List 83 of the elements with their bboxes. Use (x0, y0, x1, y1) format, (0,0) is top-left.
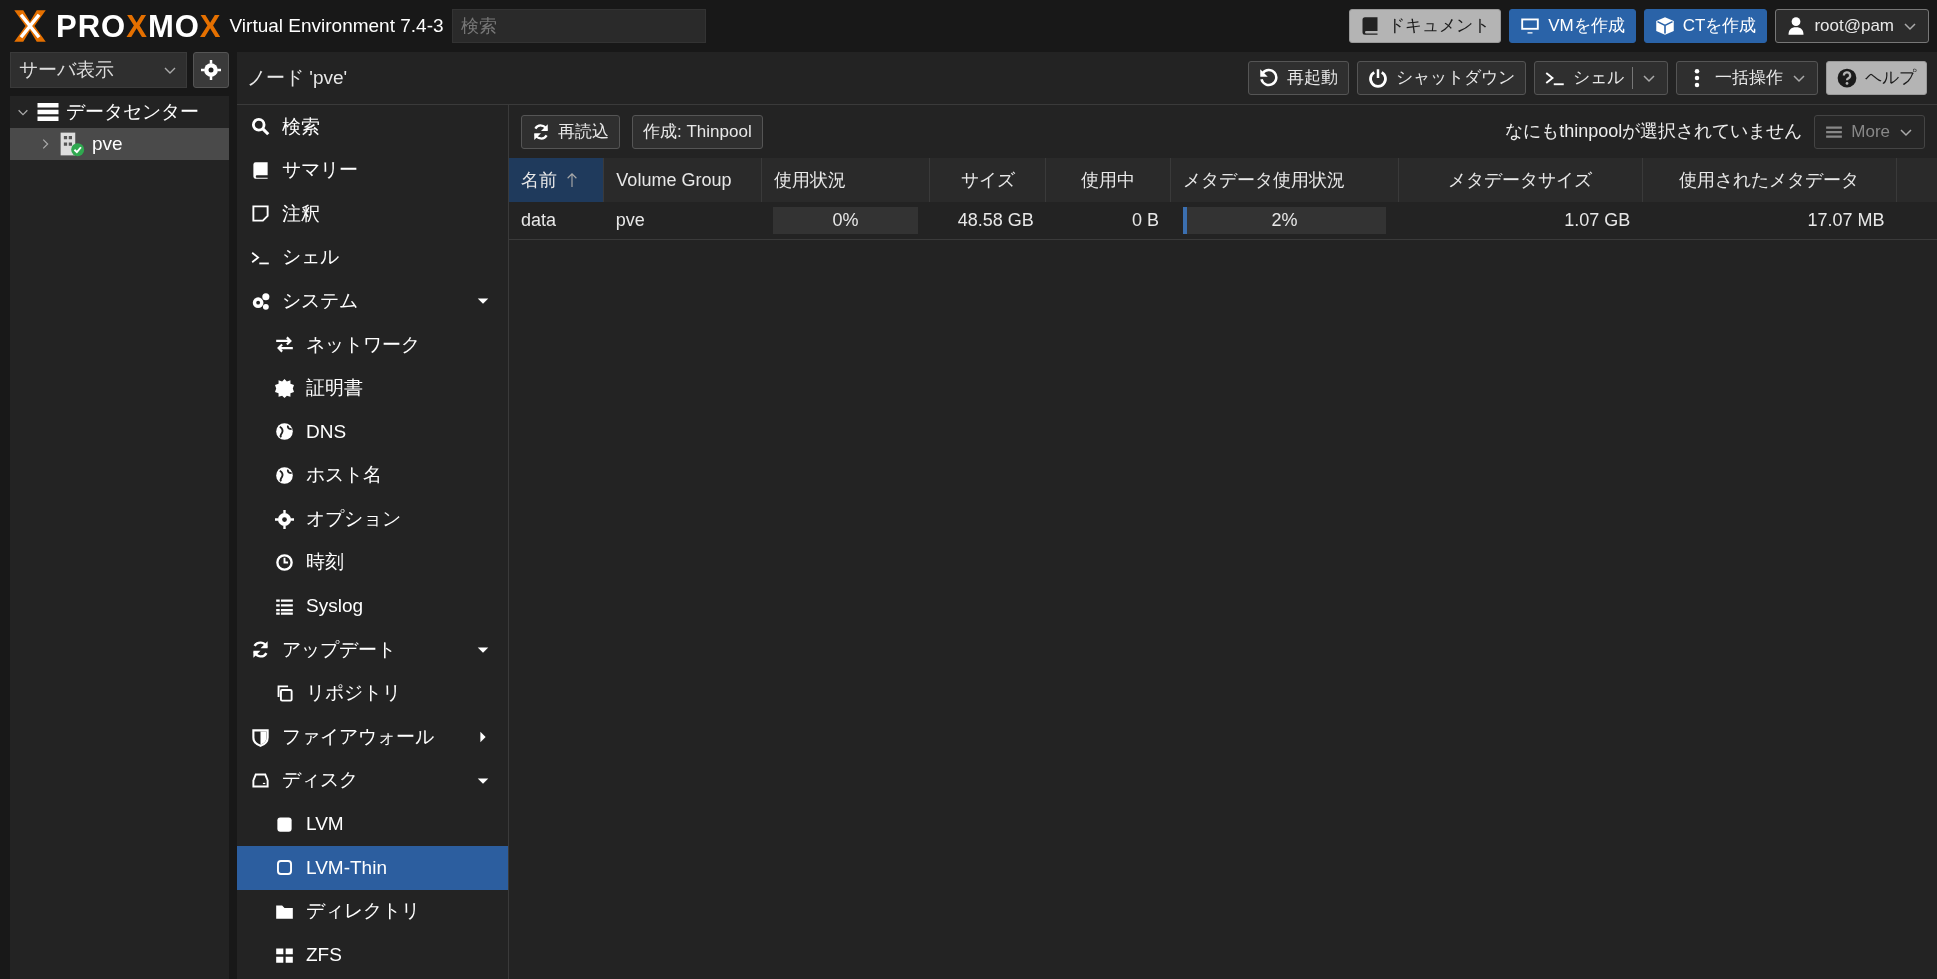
toolbar-button[interactable]: ヘルプ (1826, 61, 1927, 95)
shield-icon (251, 727, 270, 747)
menu-item[interactable]: アップデート (237, 628, 508, 672)
cube-icon (1654, 16, 1675, 36)
menu-item[interactable]: ディスク (237, 758, 508, 803)
menu-item[interactable]: オプション (237, 497, 508, 541)
table-cell: 48.58 GB (929, 202, 1046, 239)
column-header[interactable]: Volume Group (603, 158, 762, 202)
header-button[interactable]: ドキュメント (1349, 9, 1502, 43)
settings-button[interactable] (193, 52, 229, 88)
version-label: Virtual Environment 7.4-3 (229, 13, 444, 38)
monitor-icon (1520, 16, 1541, 36)
menu-item[interactable]: 注釈 (237, 192, 508, 236)
menu-item[interactable]: ディレクトリ (237, 889, 508, 934)
toolbar-button[interactable]: シャットダウン (1357, 61, 1526, 95)
search-field[interactable]: 検索 (451, 9, 706, 43)
toolbar-button[interactable]: シェル (1534, 61, 1668, 95)
header-button[interactable]: VMを作成 (1509, 9, 1636, 43)
table-cell: 0 B (1045, 202, 1171, 239)
globe-icon (275, 422, 294, 442)
list-icon (275, 596, 294, 616)
menu-item[interactable]: 検索 (237, 105, 508, 149)
search-icon (251, 117, 270, 137)
toolbar-button[interactable]: 再起動 (1248, 61, 1349, 95)
menu-item[interactable]: LVM (237, 802, 508, 847)
column-header[interactable]: メタデータサイズ (1398, 158, 1643, 202)
tree-item[interactable]: pve (10, 128, 229, 160)
menu-item[interactable]: 時刻 (237, 540, 508, 585)
power-icon (1368, 68, 1388, 88)
arrows-icon (275, 335, 294, 355)
toolbar-button[interactable]: 作成: Thinpool (632, 114, 763, 149)
menu-item[interactable]: ネットワーク (237, 322, 508, 367)
column-header[interactable]: 使用されたメタデータ (1642, 158, 1897, 202)
grid-icon (275, 945, 294, 965)
header-button[interactable]: root@pam (1775, 9, 1929, 43)
server-status-icon (58, 131, 86, 157)
server-icon (36, 100, 60, 124)
refresh-icon (251, 640, 270, 660)
refresh-icon (532, 122, 550, 141)
table-cell: data (509, 202, 604, 239)
gears-icon (251, 291, 270, 311)
table-cell: 1.07 GB (1398, 202, 1643, 239)
restart-icon (1259, 68, 1279, 88)
selection-status: なにもthinpoolが選択されていません (1505, 120, 1803, 143)
menu-item[interactable]: 証明書 (237, 366, 508, 411)
menu-item[interactable]: シェル (237, 235, 508, 280)
menu-item[interactable]: サマリー (237, 148, 508, 193)
column-header[interactable]: サイズ (929, 158, 1046, 202)
menu-item[interactable]: ZFS (237, 933, 508, 977)
panel-title: ノード 'pve' (247, 65, 348, 90)
clock-icon (275, 553, 294, 573)
usage-bar: 2% (1183, 206, 1387, 234)
menu-item[interactable]: リポジトリ (237, 671, 508, 716)
menu-item[interactable]: システム (237, 279, 508, 323)
menu-item[interactable]: ホスト名 (237, 453, 508, 498)
logo-x-icon (12, 8, 48, 44)
menu-item[interactable]: DNS (237, 410, 508, 454)
square-outline-icon (275, 858, 294, 878)
square-icon (275, 814, 294, 834)
column-header[interactable]: 名前 (509, 158, 604, 202)
column-header[interactable]: メタデータ使用状況 (1171, 158, 1399, 202)
menu-item[interactable]: ファイアウォール (237, 715, 508, 759)
sort-ascending-icon (565, 171, 579, 189)
header-button[interactable]: CTを作成 (1643, 9, 1768, 43)
menu-item[interactable]: LVM-Thin (237, 846, 508, 890)
usage-bar: 0% (773, 206, 918, 234)
column-header[interactable]: 使用状況 (761, 158, 930, 202)
tree-item[interactable]: データセンター (10, 96, 229, 128)
logo-text: PROXMOX (56, 10, 222, 42)
menu-item[interactable]: Syslog (237, 584, 508, 629)
seal-icon (275, 378, 294, 398)
book-icon (251, 160, 270, 180)
toolbar-button[interactable]: 再読込 (521, 114, 620, 149)
view-select[interactable]: サーバ表示 (10, 52, 187, 88)
table-cell: 17.07 MB (1642, 202, 1897, 239)
book-icon (1360, 16, 1381, 36)
toolbar-button[interactable]: 一括操作 (1676, 61, 1818, 95)
globe-icon (275, 466, 294, 486)
note-icon (251, 204, 270, 224)
table-cell: pve (603, 202, 762, 239)
help-icon (1837, 68, 1857, 88)
copy-icon (275, 684, 294, 703)
column-header[interactable]: 使用中 (1045, 158, 1171, 202)
